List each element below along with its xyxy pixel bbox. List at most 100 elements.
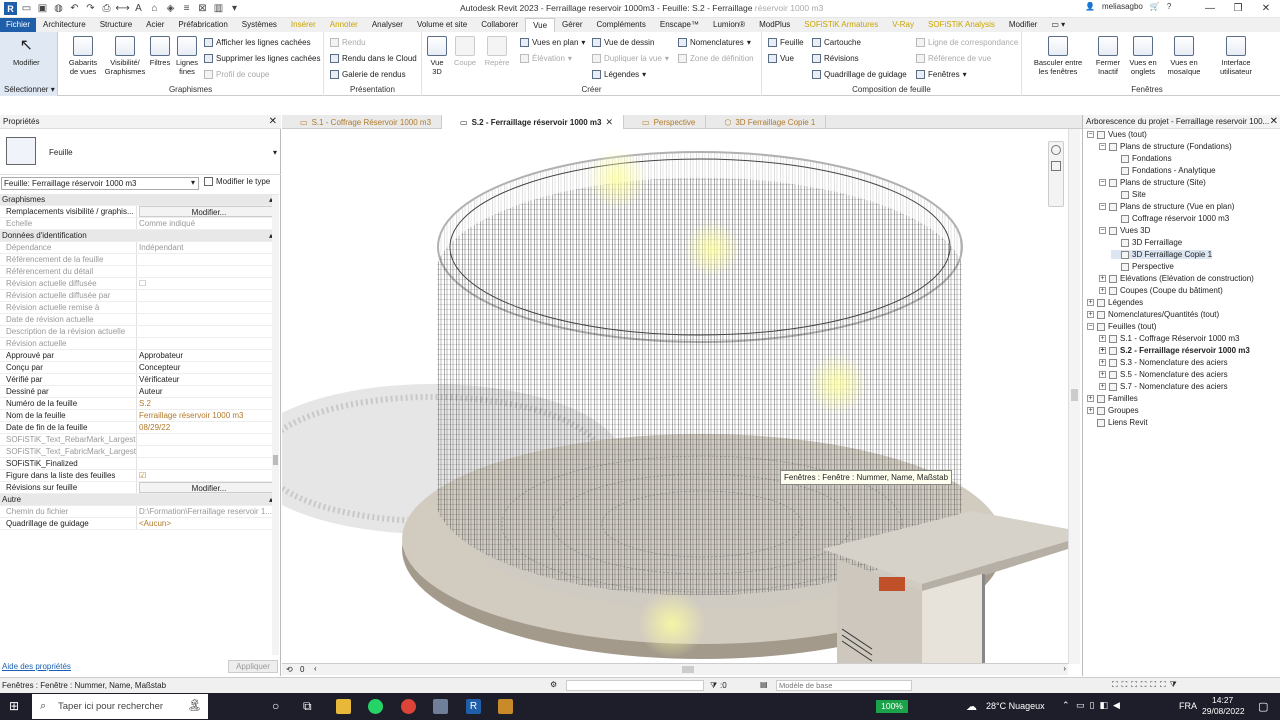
close-icon[interactable]: ✕ — [1269, 116, 1278, 127]
minimize-icon[interactable]: — — [1196, 0, 1224, 17]
tab-18[interactable]: V-Ray — [885, 18, 921, 32]
property-value[interactable] — [137, 302, 279, 313]
steering-wheel-icon[interactable] — [1051, 145, 1061, 155]
browser-node[interactable]: Liens Revit — [1087, 418, 1148, 427]
browser-node[interactable]: + Groupes — [1087, 406, 1139, 415]
section-icon[interactable]: ◈ — [164, 2, 177, 15]
selection-filter-icons[interactable]: ⛶⛶⛶⛶⛶⛶⧩ — [1112, 680, 1181, 690]
design-options-icon[interactable]: ▤ — [760, 680, 768, 689]
revisions-button[interactable]: Révisions — [812, 54, 859, 63]
collapse-icon[interactable]: − — [1099, 227, 1106, 234]
tab-14[interactable]: Enscape™ — [653, 18, 706, 32]
instance-filter-dropdown[interactable]: Feuille: Ferraillage réservoir 1000 m3 ▾ — [1, 177, 199, 190]
callout-button[interactable]: Repère — [482, 36, 512, 67]
tab-3[interactable]: Acier — [139, 18, 171, 32]
property-value[interactable] — [137, 458, 279, 469]
customize-qa-icon[interactable]: ▾ — [228, 2, 241, 15]
tab-0[interactable]: Fichier — [0, 18, 37, 32]
clock-time[interactable]: 14:27 — [1212, 695, 1233, 705]
property-value[interactable] — [137, 326, 279, 337]
expand-icon[interactable]: + — [1099, 335, 1106, 342]
browser-node[interactable]: + Familles — [1087, 394, 1138, 403]
battery-indicator[interactable]: 100% — [876, 700, 908, 713]
whatsapp-icon[interactable] — [368, 699, 383, 714]
browser-node[interactable]: − Vues (tout) — [1087, 130, 1147, 139]
clock-date[interactable]: 29/08/2022 — [1202, 706, 1245, 716]
expand-icon[interactable]: + — [1099, 371, 1106, 378]
browser-node[interactable]: − Vues 3D — [1099, 226, 1150, 235]
tab-16[interactable]: ModPlus — [752, 18, 797, 32]
scroll-right-icon[interactable]: › — [1063, 664, 1066, 673]
tab-19[interactable]: SOFiSTiK Analysis — [921, 18, 1002, 32]
browser-node[interactable]: + S.2 - Ferraillage réservoir 1000 m3 — [1099, 346, 1250, 355]
browser-node[interactable]: + S.1 - Coffrage Réservoir 1000 m3 — [1099, 334, 1239, 343]
place-view-button[interactable]: Vue — [768, 54, 794, 63]
user-interface-button[interactable]: Interface utilisateur — [1214, 36, 1258, 76]
sun-icon[interactable]: ⟲ — [286, 665, 293, 674]
tab-views-button[interactable]: Vues en onglets — [1124, 36, 1162, 76]
expand-icon[interactable]: + — [1099, 359, 1106, 366]
browser-node[interactable]: + Elévations (Elévation de construction) — [1099, 274, 1254, 283]
property-value[interactable] — [137, 266, 279, 277]
vertical-scrollbar[interactable] — [1068, 129, 1080, 664]
3d-view-icon[interactable]: ⌂ — [148, 2, 161, 15]
switch-windows-icon[interactable]: ▥ — [212, 2, 225, 15]
chrome-icon[interactable] — [401, 699, 416, 714]
tab-12[interactable]: Gérer — [555, 18, 589, 32]
tray-icons[interactable]: ▭▯◧◀ — [1076, 700, 1125, 711]
property-value[interactable]: Approbateur — [137, 350, 279, 361]
edit-type-button[interactable]: Modifier le type — [204, 177, 270, 187]
browser-node[interactable]: + Coupes (Coupe du bâtiment) — [1099, 286, 1223, 295]
render-gallery-button[interactable]: Galerie de rendus — [330, 70, 406, 79]
property-value[interactable]: Vérificateur — [137, 374, 279, 385]
tab-10[interactable]: Collaborer — [474, 18, 525, 32]
browser-node[interactable]: − Plans de structure (Site) — [1099, 178, 1206, 187]
section-button[interactable]: Coupe — [452, 36, 478, 67]
vertical-scroll-thumb[interactable] — [1071, 389, 1078, 401]
browser-node[interactable]: + Légendes — [1087, 298, 1143, 307]
property-value[interactable]: Concepteur — [137, 362, 279, 373]
tab-6[interactable]: Insérer — [284, 18, 323, 32]
visibility-graphics-button[interactable]: Visibilité/ Graphismes — [104, 36, 146, 76]
cut-profile-button[interactable]: Profil de coupe — [204, 70, 269, 79]
cortana-icon[interactable]: ○ — [272, 699, 279, 713]
view-reference-button[interactable]: Référence de vue — [916, 54, 991, 63]
guide-grid-button[interactable]: Quadrillage de guidage — [812, 70, 907, 79]
browser-node[interactable]: + S.7 - Nomenclature des aciers — [1099, 382, 1228, 391]
property-section[interactable]: Données d'identification ▴ — [0, 230, 279, 242]
document-tab[interactable]: ▭ S.1 - Coffrage Réservoir 1000 m3 — [282, 115, 443, 129]
expand-icon[interactable]: + — [1099, 275, 1106, 282]
property-value[interactable] — [137, 290, 279, 301]
tab-15[interactable]: Lumion® — [706, 18, 752, 32]
properties-help-link[interactable]: Aide des propriétés — [2, 662, 71, 671]
tab-1[interactable]: Architecture — [36, 18, 93, 32]
property-value[interactable]: Ferraillage réservoir 1000 m3 — [137, 410, 279, 421]
matchline-button[interactable]: Ligne de correspondance — [916, 38, 1018, 47]
property-value[interactable] — [137, 434, 279, 445]
zoom-icon[interactable] — [1051, 161, 1061, 171]
close-icon[interactable]: ✕ — [269, 116, 277, 127]
property-value[interactable]: S.2 — [137, 398, 279, 409]
workset-dropdown[interactable] — [566, 680, 704, 691]
close-inactive-button[interactable]: Fermer Inactif — [1092, 36, 1124, 76]
property-value[interactable]: <Aucun> — [137, 518, 279, 529]
browser-node[interactable]: Fondations — [1111, 154, 1172, 163]
edit-property-button[interactable]: Modifier... — [139, 482, 277, 493]
tab-9[interactable]: Volume et site — [410, 18, 474, 32]
file-explorer-icon[interactable] — [336, 699, 351, 714]
drafting-view-button[interactable]: Vue de dessin — [592, 38, 654, 47]
taskbar-search[interactable]: ⌕ Taper ici pour rechercher 🏝 — [32, 694, 208, 719]
thin-lines-icon[interactable]: ≡ — [180, 2, 193, 15]
property-value[interactable]: 08/29/22 — [137, 422, 279, 433]
open-icon[interactable]: ▭ — [20, 2, 33, 15]
expand-icon[interactable]: + — [1087, 311, 1094, 318]
drawing-viewport[interactable] — [282, 129, 1068, 664]
remove-hidden-lines-button[interactable]: Supprimer les lignes cachées — [204, 54, 321, 63]
text-icon[interactable]: A — [132, 2, 145, 15]
close-hidden-icon[interactable]: ⊠ — [196, 2, 209, 15]
task-view-icon[interactable]: ⧉ — [303, 699, 312, 714]
chevron-down-icon[interactable]: ▾ — [273, 148, 277, 157]
close-icon[interactable]: ✕ — [1252, 0, 1280, 17]
edit-property-button[interactable]: Modifier... — [139, 206, 277, 217]
close-icon[interactable]: ✕ — [605, 117, 613, 128]
